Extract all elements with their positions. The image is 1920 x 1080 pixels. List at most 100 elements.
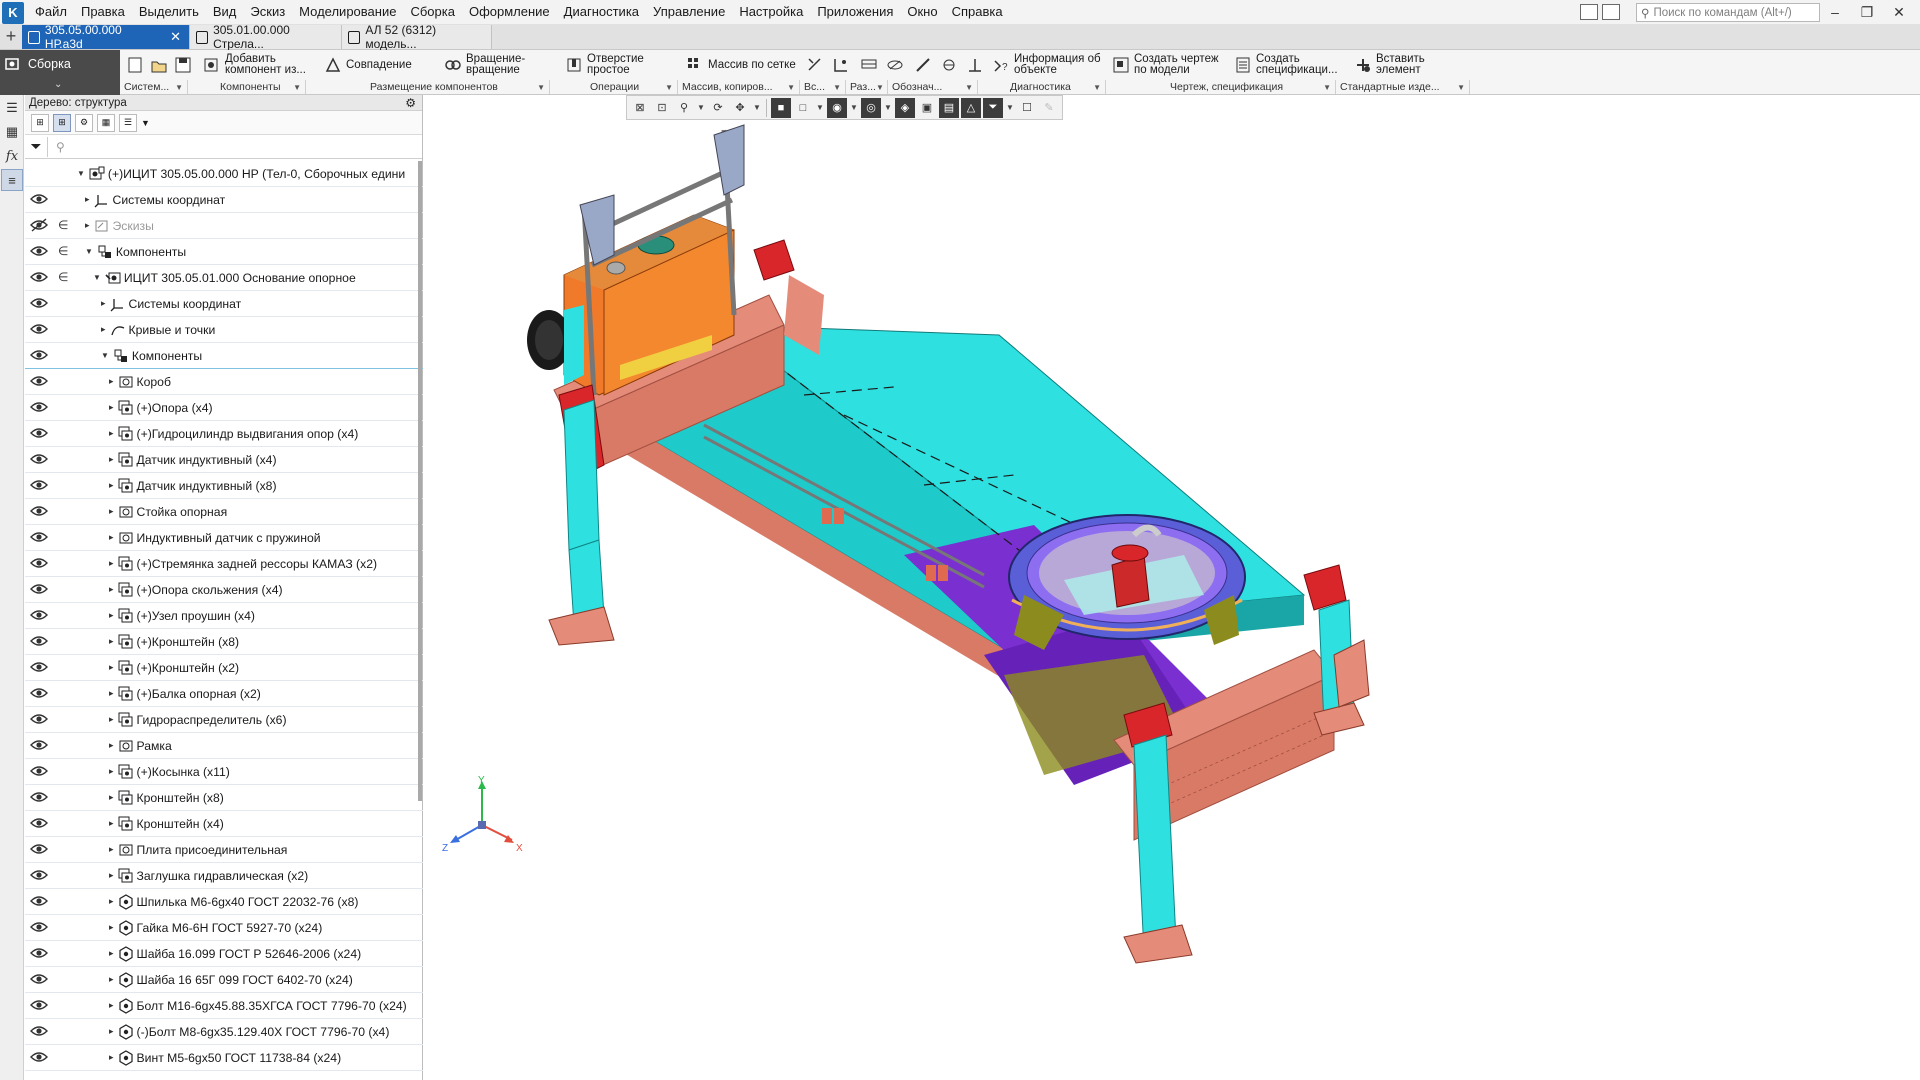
tree-row[interactable]: ▸ (+)Косынка (x11): [25, 759, 423, 785]
add-component-button[interactable]: Добавить компонент из...: [203, 52, 313, 78]
tree-row[interactable]: ▸ Датчик индуктивный (x8): [25, 473, 423, 499]
eye-icon[interactable]: [30, 348, 48, 362]
tool-icon-d[interactable]: [886, 52, 904, 78]
tree-row[interactable]: ▸ Винт М5-6gx50 ГОСТ 11738-84 (x24): [25, 1045, 423, 1071]
3d-viewport[interactable]: Y X Z ⊠ ⊡ ⚲ ▼ ⟳ ✥ ▼ ■ □ ▼ ◉ ▼ ◎ ▼ ◈ ▣ ▤ …: [424, 95, 1920, 1080]
properties-panel-icon[interactable]: ▦: [1, 121, 23, 143]
perspective-icon[interactable]: ▣: [917, 98, 937, 118]
menu-item[interactable]: Файл: [28, 0, 74, 24]
tab-document-2[interactable]: 305.01.00.000 Стрела...: [190, 23, 342, 51]
assembly-model-render[interactable]: [424, 95, 1920, 1080]
eye-icon[interactable]: [30, 270, 48, 284]
tree-row[interactable]: ▸ Плита присоединительная: [25, 837, 423, 863]
normal-view-icon[interactable]: ⊡: [652, 98, 672, 118]
tree-view-structure-icon[interactable]: ⊞: [31, 113, 49, 132]
filter-selection-icon[interactable]: ⏷: [983, 97, 1003, 118]
collapse-triangle-right-icon[interactable]: ▸: [109, 506, 114, 517]
eye-icon[interactable]: [30, 868, 48, 882]
eye-icon[interactable]: [30, 452, 48, 466]
collapse-triangle-right-icon[interactable]: ▸: [109, 662, 114, 673]
collapse-triangle-right-icon[interactable]: ▸: [109, 454, 114, 465]
eye-icon[interactable]: [30, 972, 48, 986]
open-button[interactable]: [150, 52, 168, 78]
expand-triangle-down-icon[interactable]: ▼: [93, 273, 101, 282]
eye-icon[interactable]: [30, 894, 48, 908]
collapse-triangle-right-icon[interactable]: ▸: [109, 1000, 114, 1011]
eye-icon[interactable]: [30, 1050, 48, 1064]
eye-icon[interactable]: [30, 582, 48, 596]
zoom-fit-icon[interactable]: ⚲: [674, 98, 694, 118]
eye-icon[interactable]: [30, 634, 48, 648]
menu-item[interactable]: Выделить: [132, 0, 206, 24]
collapse-triangle-right-icon[interactable]: ▸: [109, 376, 114, 387]
eye-icon[interactable]: [30, 816, 48, 830]
tree-row[interactable]: ▸ Заглушка гидравлическая (x2): [25, 863, 423, 889]
tree-row[interactable]: ▸ Кривые и точки: [25, 317, 423, 343]
tool-icon-a[interactable]: [806, 52, 824, 78]
collapse-triangle-right-icon[interactable]: ▸: [109, 740, 114, 751]
tree-row[interactable]: ▸ Системы координат: [25, 291, 423, 317]
tool-icon-b[interactable]: [832, 52, 850, 78]
tab-document-3[interactable]: АЛ 52 (6312) модель...: [342, 23, 492, 51]
insert-element-button[interactable]: Вставить элемент: [1354, 52, 1425, 78]
menu-item[interactable]: Эскиз: [243, 0, 292, 24]
chevron-down-icon[interactable]: ▼: [696, 98, 706, 118]
tree-view-list-icon[interactable]: ☰: [119, 113, 137, 132]
hamburger-menu-icon[interactable]: ☰: [1, 97, 23, 119]
group-drawing-spec[interactable]: Чертеж, спецификация ▼: [1106, 80, 1336, 94]
tree-scrollbar[interactable]: [418, 161, 422, 801]
close-tab-icon[interactable]: ✕: [170, 29, 181, 45]
chevron-down-icon[interactable]: ▼: [883, 98, 893, 118]
section-view-icon[interactable]: ◈: [895, 97, 915, 118]
eye-icon[interactable]: [30, 608, 48, 622]
tree-row[interactable]: ▸ Рамка: [25, 733, 423, 759]
tree-row[interactable]: ▸ Кронштейн (x4): [25, 811, 423, 837]
group-components[interactable]: Компоненты ▼: [188, 80, 306, 94]
eye-icon[interactable]: [30, 946, 48, 960]
eye-icon[interactable]: [30, 842, 48, 856]
tree-row[interactable]: ▸ (+)Балка опорная (x2): [25, 681, 423, 707]
variables-fx-icon[interactable]: fx: [1, 145, 23, 167]
collapse-triangle-right-icon[interactable]: ▸: [109, 636, 114, 647]
menu-item[interactable]: Моделирование: [292, 0, 403, 24]
menu-item[interactable]: Управление: [646, 0, 732, 24]
mode-selector-button[interactable]: Сборка: [4, 53, 71, 75]
tree-row[interactable]: ▸ (+)Опора скольжения (x4): [25, 577, 423, 603]
model-tree-icon[interactable]: ≡: [1, 169, 23, 191]
tree-row[interactable]: ▸ Шайба 16 65Г 099 ГОСТ 6402-70 (x24): [25, 967, 423, 993]
panel-toggle-icon[interactable]: [1580, 4, 1598, 20]
collapse-triangle-right-icon[interactable]: ▸: [109, 896, 114, 907]
chevron-down-icon[interactable]: ▼: [752, 98, 762, 118]
expand-triangle-down-icon[interactable]: ▼: [77, 169, 85, 178]
tree-row[interactable]: ▸ Стойка опорная: [25, 499, 423, 525]
pencil-icon[interactable]: ✎: [1039, 98, 1059, 118]
chevron-down-icon[interactable]: ▼: [849, 98, 859, 118]
eye-icon[interactable]: [30, 296, 48, 310]
measure-icon[interactable]: △: [961, 97, 981, 118]
include-in-calc-icon[interactable]: ∈: [58, 244, 68, 258]
collapse-triangle-right-icon[interactable]: ▸: [109, 1052, 114, 1063]
minimize-button[interactable]: –: [1820, 1, 1850, 23]
eye-icon[interactable]: [30, 1024, 48, 1038]
eye-icon[interactable]: [30, 712, 48, 726]
screenshot-icon[interactable]: [1602, 4, 1620, 20]
collapse-triangle-right-icon[interactable]: ▸: [109, 844, 114, 855]
group-aux[interactable]: Вс... ▼: [800, 80, 846, 94]
collapse-triangle-right-icon[interactable]: ▸: [109, 974, 114, 985]
menu-item[interactable]: Оформление: [462, 0, 557, 24]
hidden-lines-icon[interactable]: ▤: [939, 97, 959, 118]
eye-icon[interactable]: [30, 660, 48, 674]
chevron-down-icon[interactable]: ▼: [141, 118, 150, 128]
tree-row[interactable]: ▸ (+)Стремянка задней рессоры КАМАЗ (x2): [25, 551, 423, 577]
save-button[interactable]: [174, 52, 192, 78]
eye-icon[interactable]: [30, 400, 48, 414]
tree-row[interactable]: ▸ Шайба 16.099 ГОСТ Р 52646-2006 (x24): [25, 941, 423, 967]
tree-row[interactable]: ▸ (+)Гидроцилиндр выдвигания опор (x4): [25, 421, 423, 447]
new-document-button[interactable]: [126, 52, 144, 78]
object-info-button[interactable]: ? Информация об объекте: [992, 52, 1101, 78]
collapse-triangle-right-icon[interactable]: ▸: [109, 818, 114, 829]
tree-row[interactable]: ▸ Болт М16-6gx45.88.35ХГСА ГОСТ 7796-70 (…: [25, 993, 423, 1019]
coincidence-button[interactable]: Совпадение: [324, 52, 412, 78]
collapse-triangle-right-icon[interactable]: ▸: [101, 298, 106, 309]
eye-icon[interactable]: [30, 244, 48, 258]
